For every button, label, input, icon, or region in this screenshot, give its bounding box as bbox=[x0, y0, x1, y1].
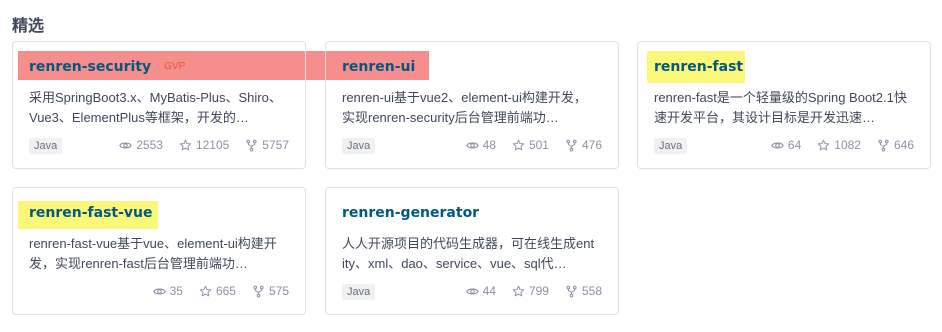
repo-card[interactable]: renren-security GVP 采用SpringBoot3.x、MyBat… bbox=[12, 41, 306, 169]
stars-stat[interactable]: 665 bbox=[199, 284, 236, 298]
fork-icon bbox=[566, 285, 577, 297]
repo-name-link[interactable]: renren-fast bbox=[654, 59, 743, 75]
repo-description: renren-fast是一个轻量级的Spring Boot2.1快速开发平台，其… bbox=[654, 90, 907, 125]
language-tag: Java bbox=[342, 138, 376, 154]
repo-description: renren-ui基于vue2、element-ui构建开发，实现renren-… bbox=[342, 90, 587, 125]
language-tag: Java bbox=[342, 284, 376, 300]
views-stat: 48 bbox=[465, 138, 496, 152]
stars-stat[interactable]: 799 bbox=[512, 284, 549, 298]
repo-stats: 64 1082 646 bbox=[771, 138, 914, 152]
fork-icon bbox=[253, 285, 264, 297]
fork-icon bbox=[246, 139, 257, 151]
repo-card[interactable]: renren-ui renren-ui基于vue2、element-ui构建开发… bbox=[325, 41, 619, 169]
eye-icon bbox=[465, 288, 479, 294]
eye-icon bbox=[771, 142, 784, 148]
repo-stats: 35 665 575 bbox=[152, 284, 289, 298]
forks-stat[interactable]: 476 bbox=[565, 138, 602, 152]
eye-icon bbox=[465, 142, 479, 148]
forks-stat[interactable]: 575 bbox=[252, 284, 289, 298]
repo-name-link[interactable]: renren-generator bbox=[342, 205, 479, 221]
eye-icon bbox=[152, 288, 166, 294]
star-icon bbox=[818, 139, 830, 150]
eye-icon bbox=[119, 142, 132, 148]
fork-icon bbox=[878, 139, 889, 151]
repo-name-link[interactable]: renren-fast-vue bbox=[29, 205, 153, 221]
repo-card[interactable]: renren-generator 人人开源项目的代码生成器，可在线生成entit… bbox=[325, 187, 619, 315]
language-tag: Java bbox=[29, 138, 63, 154]
stars-stat[interactable]: 501 bbox=[512, 138, 549, 152]
repo-description: renren-fast-vue基于vue、element-ui构建开发，实现re… bbox=[29, 236, 277, 271]
views-stat: 35 bbox=[152, 284, 183, 298]
repo-description: 采用SpringBoot3.x、MyBatis-Plus、Shiro、Vue3、… bbox=[29, 90, 282, 125]
star-icon bbox=[179, 139, 192, 150]
repo-name-link[interactable]: renren-ui bbox=[342, 59, 415, 75]
views-stat: 2553 bbox=[119, 138, 163, 152]
repo-card[interactable]: renren-fast-vue renren-fast-vue基于vue、ele… bbox=[12, 187, 306, 315]
gvp-badge: GVP bbox=[159, 59, 191, 74]
repo-stats: 48 501 476 bbox=[465, 138, 602, 152]
stars-stat[interactable]: 1082 bbox=[817, 138, 861, 152]
forks-stat[interactable]: 558 bbox=[565, 284, 602, 298]
views-stat: 64 bbox=[771, 138, 801, 152]
repo-stats: 2553 12105 5757 bbox=[119, 138, 289, 152]
star-icon bbox=[512, 139, 525, 150]
views-stat: 44 bbox=[465, 284, 496, 298]
repo-stats: 44 799 558 bbox=[465, 284, 602, 298]
stars-stat[interactable]: 12105 bbox=[179, 138, 229, 152]
fork-icon bbox=[566, 139, 577, 151]
star-icon bbox=[512, 285, 525, 296]
repo-card[interactable]: renren-fast renren-fast是一个轻量级的Spring Boo… bbox=[637, 41, 931, 169]
section-title: 精选 bbox=[12, 18, 45, 35]
language-tag: Java bbox=[654, 138, 688, 154]
star-icon bbox=[199, 285, 212, 296]
repo-description: 人人开源项目的代码生成器，可在线生成entity、xml、dao、service… bbox=[342, 236, 595, 271]
forks-stat[interactable]: 646 bbox=[877, 138, 914, 152]
repo-name-link[interactable]: renren-security GVP bbox=[29, 59, 191, 75]
forks-stat[interactable]: 5757 bbox=[245, 138, 289, 152]
